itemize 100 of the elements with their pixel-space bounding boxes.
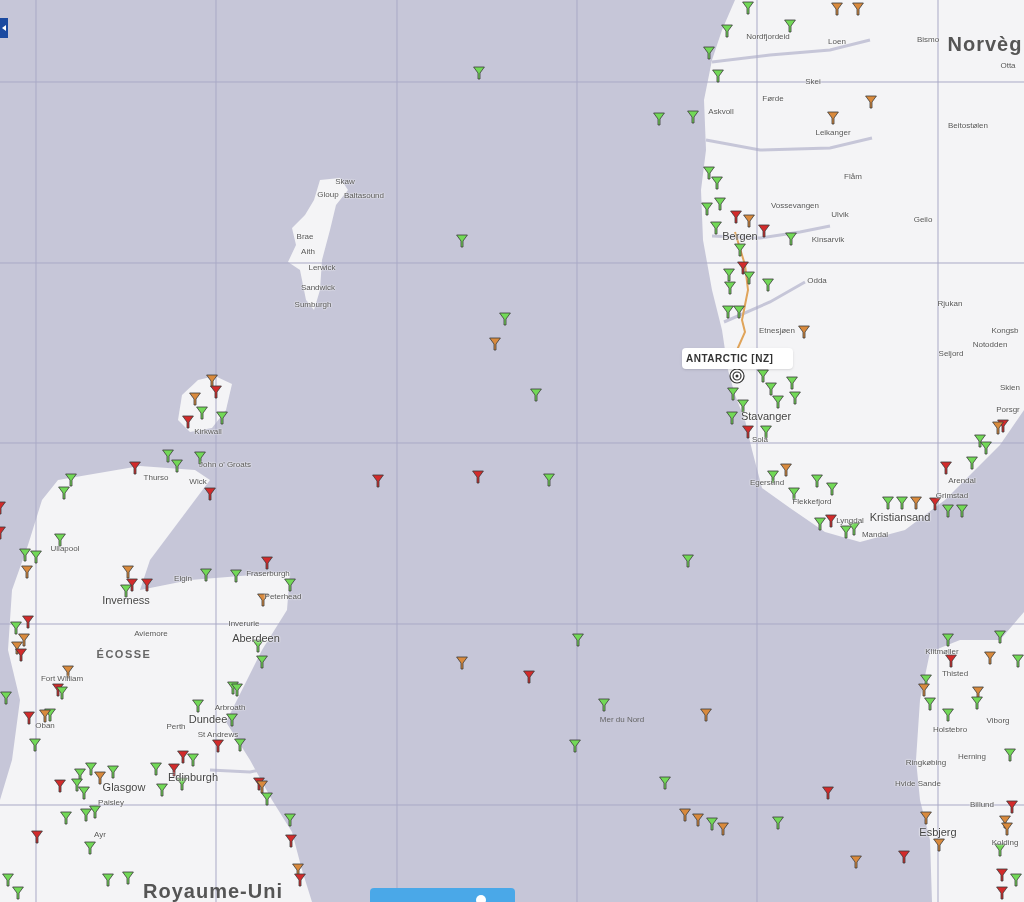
vessel-marker-icon[interactable] [714, 197, 726, 211]
vessel-marker-icon[interactable] [10, 621, 22, 635]
vessel-marker-icon[interactable] [659, 776, 671, 790]
vessel-marker-icon[interactable] [122, 565, 134, 579]
vessel-marker-icon[interactable] [84, 841, 96, 855]
vessel-marker-icon[interactable] [78, 786, 90, 800]
vessel-marker-icon[interactable] [74, 768, 86, 782]
vessel-marker-icon[interactable] [11, 641, 23, 655]
vessel-marker-icon[interactable] [85, 762, 97, 776]
vessel-marker-icon[interactable] [765, 382, 777, 396]
vessel-marker-icon[interactable] [473, 66, 485, 80]
vessel-marker-icon[interactable] [372, 474, 384, 488]
vessel-marker-icon[interactable] [456, 656, 468, 670]
vessel-marker-icon[interactable] [971, 696, 983, 710]
vessel-marker-icon[interactable] [786, 376, 798, 390]
vessel-marker-icon[interactable] [56, 686, 68, 700]
vessel-marker-icon[interactable] [499, 312, 511, 326]
vessel-marker-icon[interactable] [189, 392, 201, 406]
vessel-marker-icon[interactable] [758, 224, 770, 238]
vessel-marker-icon[interactable] [54, 533, 66, 547]
vessel-marker-icon[interactable] [999, 815, 1011, 829]
vessel-marker-icon[interactable] [723, 268, 735, 282]
vessel-marker-icon[interactable] [997, 419, 1009, 433]
vessel-marker-icon[interactable] [984, 651, 996, 665]
vessel-marker-icon[interactable] [742, 425, 754, 439]
vessel-marker-icon[interactable] [721, 24, 733, 38]
vessel-marker-icon[interactable] [733, 305, 745, 319]
vessel-marker-icon[interactable] [2, 873, 14, 887]
vessel-marker-icon[interactable] [231, 683, 243, 697]
vessel-marker-icon[interactable] [653, 112, 665, 126]
vessel-marker-icon[interactable] [996, 886, 1008, 900]
vessel-marker-icon[interactable] [192, 699, 204, 713]
vessel-marker-icon[interactable] [1001, 822, 1013, 836]
vessel-marker-icon[interactable] [826, 482, 838, 496]
vessel-marker-icon[interactable] [882, 496, 894, 510]
vessel-marker-icon[interactable] [706, 817, 718, 831]
vessel-marker-icon[interactable] [784, 19, 796, 33]
vessel-marker-icon[interactable] [785, 232, 797, 246]
vessel-marker-icon[interactable] [722, 305, 734, 319]
vessel-marker-icon[interactable] [980, 441, 992, 455]
vessel-marker-icon[interactable] [692, 813, 704, 827]
vessel-marker-icon[interactable] [831, 2, 843, 16]
vessel-marker-icon[interactable] [811, 474, 823, 488]
vessel-marker-icon[interactable] [284, 813, 296, 827]
vessel-marker-icon[interactable] [171, 459, 183, 473]
vessel-marker-icon[interactable] [102, 873, 114, 887]
vessel-marker-icon[interactable] [456, 234, 468, 248]
vessel-marker-icon[interactable] [840, 525, 852, 539]
vessel-marker-icon[interactable] [724, 281, 736, 295]
vessel-marker-icon[interactable] [234, 738, 246, 752]
vessel-marker-icon[interactable] [22, 615, 34, 629]
vessel-marker-icon[interactable] [827, 111, 839, 125]
vessel-marker-icon[interactable] [920, 811, 932, 825]
vessel-marker-icon[interactable] [58, 486, 70, 500]
vessel-marker-icon[interactable] [44, 708, 56, 722]
vessel-marker-icon[interactable] [933, 838, 945, 852]
vessel-marker-icon[interactable] [89, 805, 101, 819]
vessel-marker-icon[interactable] [18, 633, 30, 647]
vessel-marker-icon[interactable] [772, 395, 784, 409]
vessel-marker-icon[interactable] [896, 496, 908, 510]
vessel-marker-icon[interactable] [187, 753, 199, 767]
vessel-marker-icon[interactable] [523, 670, 535, 684]
vessel-marker-icon[interactable] [994, 630, 1006, 644]
vessel-marker-icon[interactable] [701, 202, 713, 216]
vessel-marker-icon[interactable] [929, 497, 941, 511]
vessel-marker-icon[interactable] [210, 385, 222, 399]
sidebar-toggle-button[interactable] [0, 18, 8, 38]
vessel-marker-icon[interactable] [742, 1, 754, 15]
vessel-marker-icon[interactable] [94, 771, 106, 785]
vessel-marker-icon[interactable] [798, 325, 810, 339]
vessel-marker-icon[interactable] [717, 822, 729, 836]
vessel-marker-icon[interactable] [15, 648, 27, 662]
vessel-marker-icon[interactable] [1012, 654, 1024, 668]
vessel-marker-icon[interactable] [1006, 800, 1018, 814]
vessel-marker-icon[interactable] [727, 387, 739, 401]
vessel-marker-icon[interactable] [284, 578, 296, 592]
vessel-marker-icon[interactable] [120, 584, 132, 598]
vessel-marker-icon[interactable] [730, 210, 742, 224]
vessel-marker-icon[interactable] [294, 873, 306, 887]
vessel-marker-icon[interactable] [543, 473, 555, 487]
vessel-marker-icon[interactable] [918, 683, 930, 697]
vessel-marker-icon[interactable] [19, 548, 31, 562]
vessel-marker-icon[interactable] [21, 565, 33, 579]
vessel-marker-icon[interactable] [572, 633, 584, 647]
vessel-marker-icon[interactable] [687, 110, 699, 124]
vessel-marker-icon[interactable] [204, 487, 216, 501]
vessel-marker-icon[interactable] [772, 816, 784, 830]
vessel-marker-icon[interactable] [196, 406, 208, 420]
vessel-marker-icon[interactable] [942, 708, 954, 722]
vessel-marker-icon[interactable] [992, 421, 1004, 435]
vessel-marker-icon[interactable] [162, 449, 174, 463]
vessel-marker-icon[interactable] [230, 569, 242, 583]
vessel-marker-icon[interactable] [942, 633, 954, 647]
vessel-marker-icon[interactable] [141, 578, 153, 592]
vessel-marker-icon[interactable] [762, 278, 774, 292]
vessel-marker-icon[interactable] [700, 708, 712, 722]
vessel-marker-icon[interactable] [0, 501, 6, 515]
vessel-marker-icon[interactable] [122, 871, 134, 885]
vessel-marker-icon[interactable] [1010, 873, 1022, 887]
vessel-marker-icon[interactable] [996, 868, 1008, 882]
